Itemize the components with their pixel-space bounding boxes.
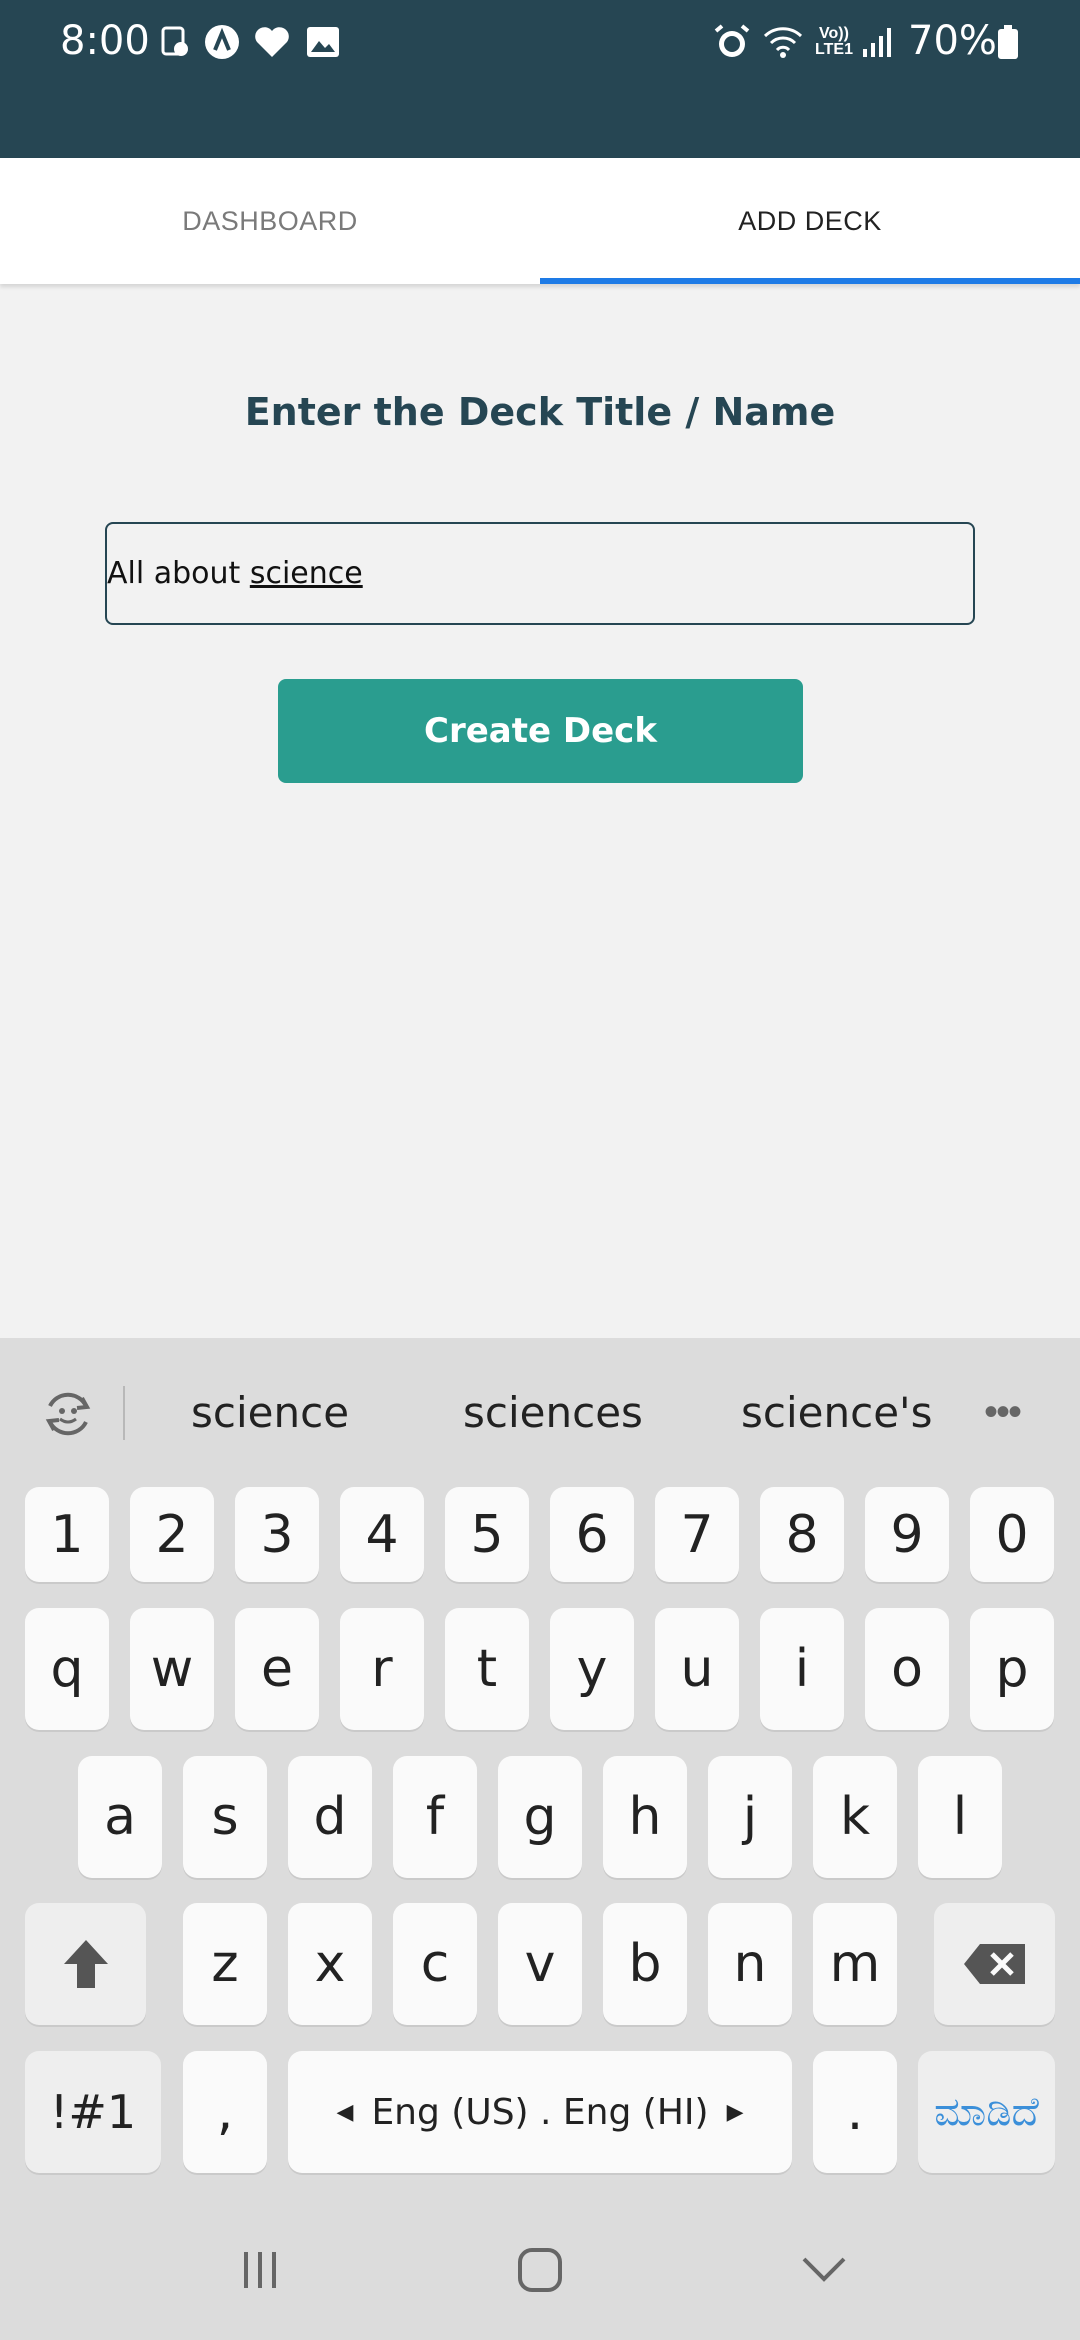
- key-w[interactable]: w: [130, 1608, 214, 1730]
- key-o[interactable]: o: [865, 1608, 949, 1730]
- key-h[interactable]: h: [603, 1756, 687, 1878]
- deck-title-input[interactable]: All about science: [105, 522, 975, 625]
- key-5[interactable]: 5: [445, 1487, 529, 1582]
- key-m[interactable]: m: [813, 1903, 897, 2025]
- symbols-key[interactable]: !#1: [25, 2051, 161, 2173]
- emoji-refresh-icon[interactable]: [38, 1384, 98, 1444]
- home-icon[interactable]: [500, 2240, 580, 2300]
- backspace-icon: [963, 1944, 1025, 1984]
- key-c[interactable]: c: [393, 1903, 477, 2025]
- key-f[interactable]: f: [393, 1756, 477, 1878]
- shift-key[interactable]: [25, 1903, 146, 2025]
- language-left-arrow-icon: ◀: [336, 2099, 354, 2125]
- key-n[interactable]: n: [708, 1903, 792, 2025]
- key-d[interactable]: d: [288, 1756, 372, 1878]
- health-icon: [252, 20, 292, 64]
- key-e[interactable]: e: [235, 1608, 319, 1730]
- back-chevron-down-icon[interactable]: [784, 2240, 864, 2300]
- alarm-icon: [712, 20, 752, 64]
- key-p[interactable]: p: [970, 1608, 1054, 1730]
- comma-key[interactable]: ,: [183, 2051, 267, 2173]
- key-9[interactable]: 9: [865, 1487, 949, 1582]
- key-a[interactable]: a: [78, 1756, 162, 1878]
- key-4[interactable]: 4: [340, 1487, 424, 1582]
- status-bar: 8:00 Vo)) LTE1 70%: [0, 0, 1080, 158]
- key-1[interactable]: 1: [25, 1487, 109, 1582]
- key-8[interactable]: 8: [760, 1487, 844, 1582]
- action-done-key[interactable]: ಮಾಡಿದೆ: [918, 2051, 1055, 2173]
- suggestion-2[interactable]: sciences: [463, 1388, 643, 1437]
- key-l[interactable]: l: [918, 1756, 1002, 1878]
- shift-arrow-icon: [63, 1940, 108, 1988]
- period-key[interactable]: .: [813, 2051, 897, 2173]
- key-y[interactable]: y: [550, 1608, 634, 1730]
- status-time: 8:00: [60, 18, 150, 64]
- key-s[interactable]: s: [183, 1756, 267, 1878]
- tab-bar: DASHBOARD ADD DECK: [0, 158, 1080, 284]
- recent-apps-icon[interactable]: [220, 2240, 300, 2300]
- key-r[interactable]: r: [340, 1608, 424, 1730]
- gallery-icon: [304, 20, 342, 64]
- key-t[interactable]: t: [445, 1608, 529, 1730]
- key-z[interactable]: z: [183, 1903, 267, 2025]
- suggestion-divider: [123, 1386, 125, 1440]
- signal-icon: [860, 20, 894, 64]
- key-2[interactable]: 2: [130, 1487, 214, 1582]
- volte-icon: Vo)) LTE1: [815, 25, 853, 58]
- wifi-icon: [760, 20, 806, 64]
- app-a-icon: [202, 20, 242, 64]
- key-v[interactable]: v: [498, 1903, 582, 2025]
- page-heading: Enter the Deck Title / Name: [244, 390, 836, 434]
- key-3[interactable]: 3: [235, 1487, 319, 1582]
- battery-icon: [996, 20, 1020, 64]
- space-key[interactable]: ◀ Eng (US) . Eng (HI) ▶: [288, 2051, 792, 2173]
- key-0[interactable]: 0: [970, 1487, 1054, 1582]
- space-language-label: Eng (US) . Eng (HI): [371, 2091, 709, 2133]
- key-x[interactable]: x: [288, 1903, 372, 2025]
- key-i[interactable]: i: [760, 1608, 844, 1730]
- input-text: All about science: [107, 556, 363, 591]
- key-b[interactable]: b: [603, 1903, 687, 2025]
- language-right-arrow-icon: ▶: [726, 2099, 744, 2125]
- suggestion-1[interactable]: science: [191, 1388, 349, 1437]
- more-options-icon[interactable]: •••: [984, 1390, 1022, 1435]
- key-u[interactable]: u: [655, 1608, 739, 1730]
- backspace-key[interactable]: [934, 1903, 1055, 2025]
- tab-dashboard[interactable]: DASHBOARD: [0, 158, 540, 284]
- reminder-icon: [158, 20, 192, 64]
- key-6[interactable]: 6: [550, 1487, 634, 1582]
- key-7[interactable]: 7: [655, 1487, 739, 1582]
- tab-add-deck[interactable]: ADD DECK: [540, 158, 1080, 284]
- create-deck-button[interactable]: Create Deck: [278, 679, 803, 783]
- key-q[interactable]: q: [25, 1608, 109, 1730]
- key-k[interactable]: k: [813, 1756, 897, 1878]
- soft-keyboard: science sciences science's ••• 1 2 3 4 5…: [0, 1338, 1080, 2340]
- suggestion-bar: science sciences science's •••: [0, 1338, 1080, 1488]
- key-j[interactable]: j: [708, 1756, 792, 1878]
- battery-percent: 70%: [908, 18, 997, 64]
- suggestion-3[interactable]: science's: [741, 1388, 932, 1437]
- active-tab-indicator: [540, 278, 1080, 284]
- key-g[interactable]: g: [498, 1756, 582, 1878]
